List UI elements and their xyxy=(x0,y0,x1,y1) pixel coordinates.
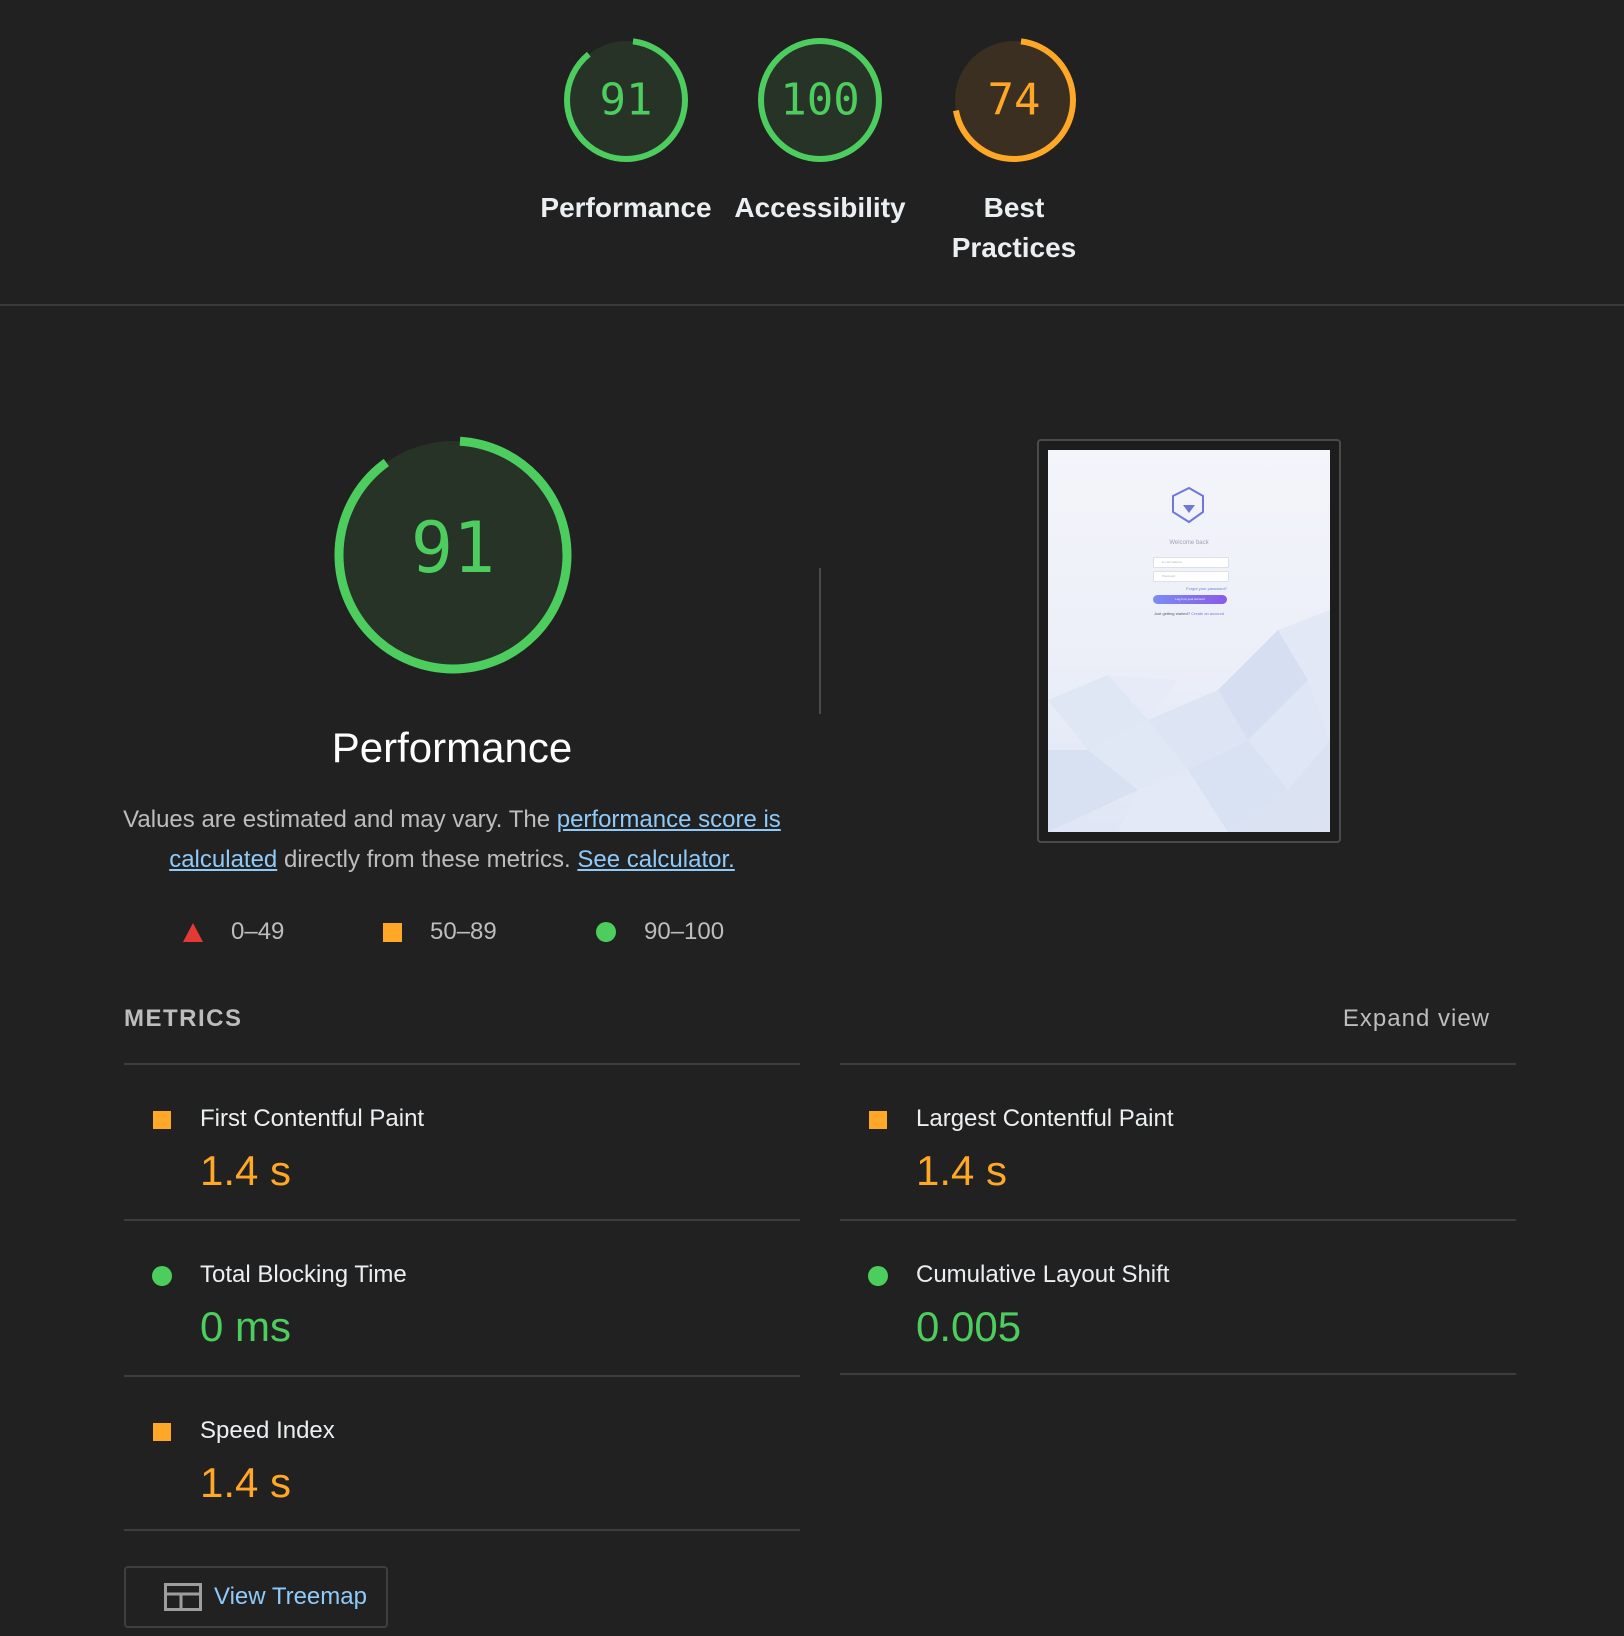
metric-first-contentful-paint: First Contentful Paint 1.4 s xyxy=(124,1065,800,1215)
best-practices-score: 74 xyxy=(988,75,1041,126)
category-performance[interactable]: 91 Performance xyxy=(531,34,721,228)
average-square-icon xyxy=(153,1111,171,1129)
metric-value: 0.005 xyxy=(916,1303,1022,1350)
metrics-divider xyxy=(124,1529,800,1531)
metric-label: First Contentful Paint xyxy=(200,1105,425,1132)
average-square-icon xyxy=(153,1423,171,1441)
category-accessibility[interactable]: 100 Accessibility xyxy=(725,34,915,228)
square-icon xyxy=(383,922,402,942)
metric-speed-index: Speed Index 1.4 s xyxy=(124,1377,800,1527)
legend-pass: 90–100 xyxy=(596,914,724,950)
pass-circle-icon xyxy=(152,1266,172,1286)
average-square-icon xyxy=(869,1111,887,1129)
accessibility-score: 100 xyxy=(780,75,859,126)
metric-largest-contentful-paint: Largest Contentful Paint 1.4 s xyxy=(840,1065,1516,1215)
metric-total-blocking-time: Total Blocking Time 0 ms xyxy=(124,1221,800,1371)
expand-view-toggle[interactable]: Expand view xyxy=(1290,1005,1490,1033)
main-score: 91 xyxy=(411,507,495,589)
metric-value: 0 ms xyxy=(200,1303,292,1350)
treemap-icon xyxy=(164,1583,202,1611)
triangle-icon xyxy=(183,922,203,942)
vertical-divider xyxy=(819,568,821,714)
performance-label: Performance xyxy=(540,192,712,223)
header-divider xyxy=(0,304,1624,306)
view-treemap-button[interactable]: View Treemap xyxy=(124,1566,388,1628)
description-text-2: directly from these metrics. xyxy=(277,846,578,873)
legend-average: 50–89 xyxy=(383,914,497,950)
metric-value: 1.4 s xyxy=(200,1459,292,1506)
metric-label: Largest Contentful Paint xyxy=(916,1105,1174,1132)
thumb-password-placeholder: Password xyxy=(1162,574,1176,578)
metric-label: Total Blocking Time xyxy=(200,1261,407,1288)
lowpoly-background xyxy=(1048,486,1330,832)
thumb-footer-link: Create an account xyxy=(1191,611,1224,616)
thumb-password-field: Password xyxy=(1153,571,1229,582)
thumb-forgot-link: Forgot your password? xyxy=(1186,586,1227,591)
thumb-email-placeholder: E-mail address xyxy=(1162,560,1183,564)
legend-pass-label: 90–100 xyxy=(644,918,725,945)
performance-score: 91 xyxy=(600,75,653,126)
thumb-welcome-text: Welcome back xyxy=(1169,540,1209,546)
best-practices-label: Best Practices xyxy=(951,192,1077,263)
thumb-footer-prefix: Just getting started? xyxy=(1154,611,1192,616)
legend-fail-label: 0–49 xyxy=(231,918,285,945)
score-description: Values are estimated and may vary. The p… xyxy=(110,800,794,880)
metric-label: Speed Index xyxy=(200,1417,335,1444)
final-screenshot[interactable]: Welcome back E-mail address Password For… xyxy=(1037,439,1341,843)
metric-cumulative-layout-shift: Cumulative Layout Shift 0.005 xyxy=(840,1221,1516,1371)
see-calculator-link[interactable]: See calculator. xyxy=(577,846,734,873)
circle-icon xyxy=(596,922,616,942)
thumb-footer: Just getting started? Create an account xyxy=(1048,611,1330,616)
screenshot-image: Welcome back E-mail address Password For… xyxy=(1048,450,1330,832)
metric-value: 1.4 s xyxy=(916,1147,1008,1194)
best-practices-gauge: 74 xyxy=(952,38,1076,162)
metrics-divider xyxy=(840,1373,1516,1375)
view-treemap-label: View Treemap xyxy=(214,1583,367,1610)
legend-fail: 0–49 xyxy=(183,914,284,950)
thumb-email-field: E-mail address xyxy=(1153,557,1229,568)
metrics-header: METRICS xyxy=(124,1005,243,1032)
main-title: Performance xyxy=(331,724,573,771)
accessibility-label: Accessibility xyxy=(734,192,906,223)
thumb-login-button: Log in to your account xyxy=(1153,595,1227,604)
category-best-practices[interactable]: 74 Best Practices xyxy=(919,34,1109,268)
main-performance-gauge: 91 xyxy=(334,436,572,674)
description-text-1: Values are estimated and may vary. The xyxy=(123,806,557,833)
pass-circle-icon xyxy=(868,1266,888,1286)
metric-value: 1.4 s xyxy=(200,1147,292,1194)
performance-gauge: 91 xyxy=(564,38,688,162)
metric-label: Cumulative Layout Shift xyxy=(916,1261,1170,1288)
legend-average-label: 50–89 xyxy=(430,918,497,945)
accessibility-gauge: 100 xyxy=(758,38,882,162)
